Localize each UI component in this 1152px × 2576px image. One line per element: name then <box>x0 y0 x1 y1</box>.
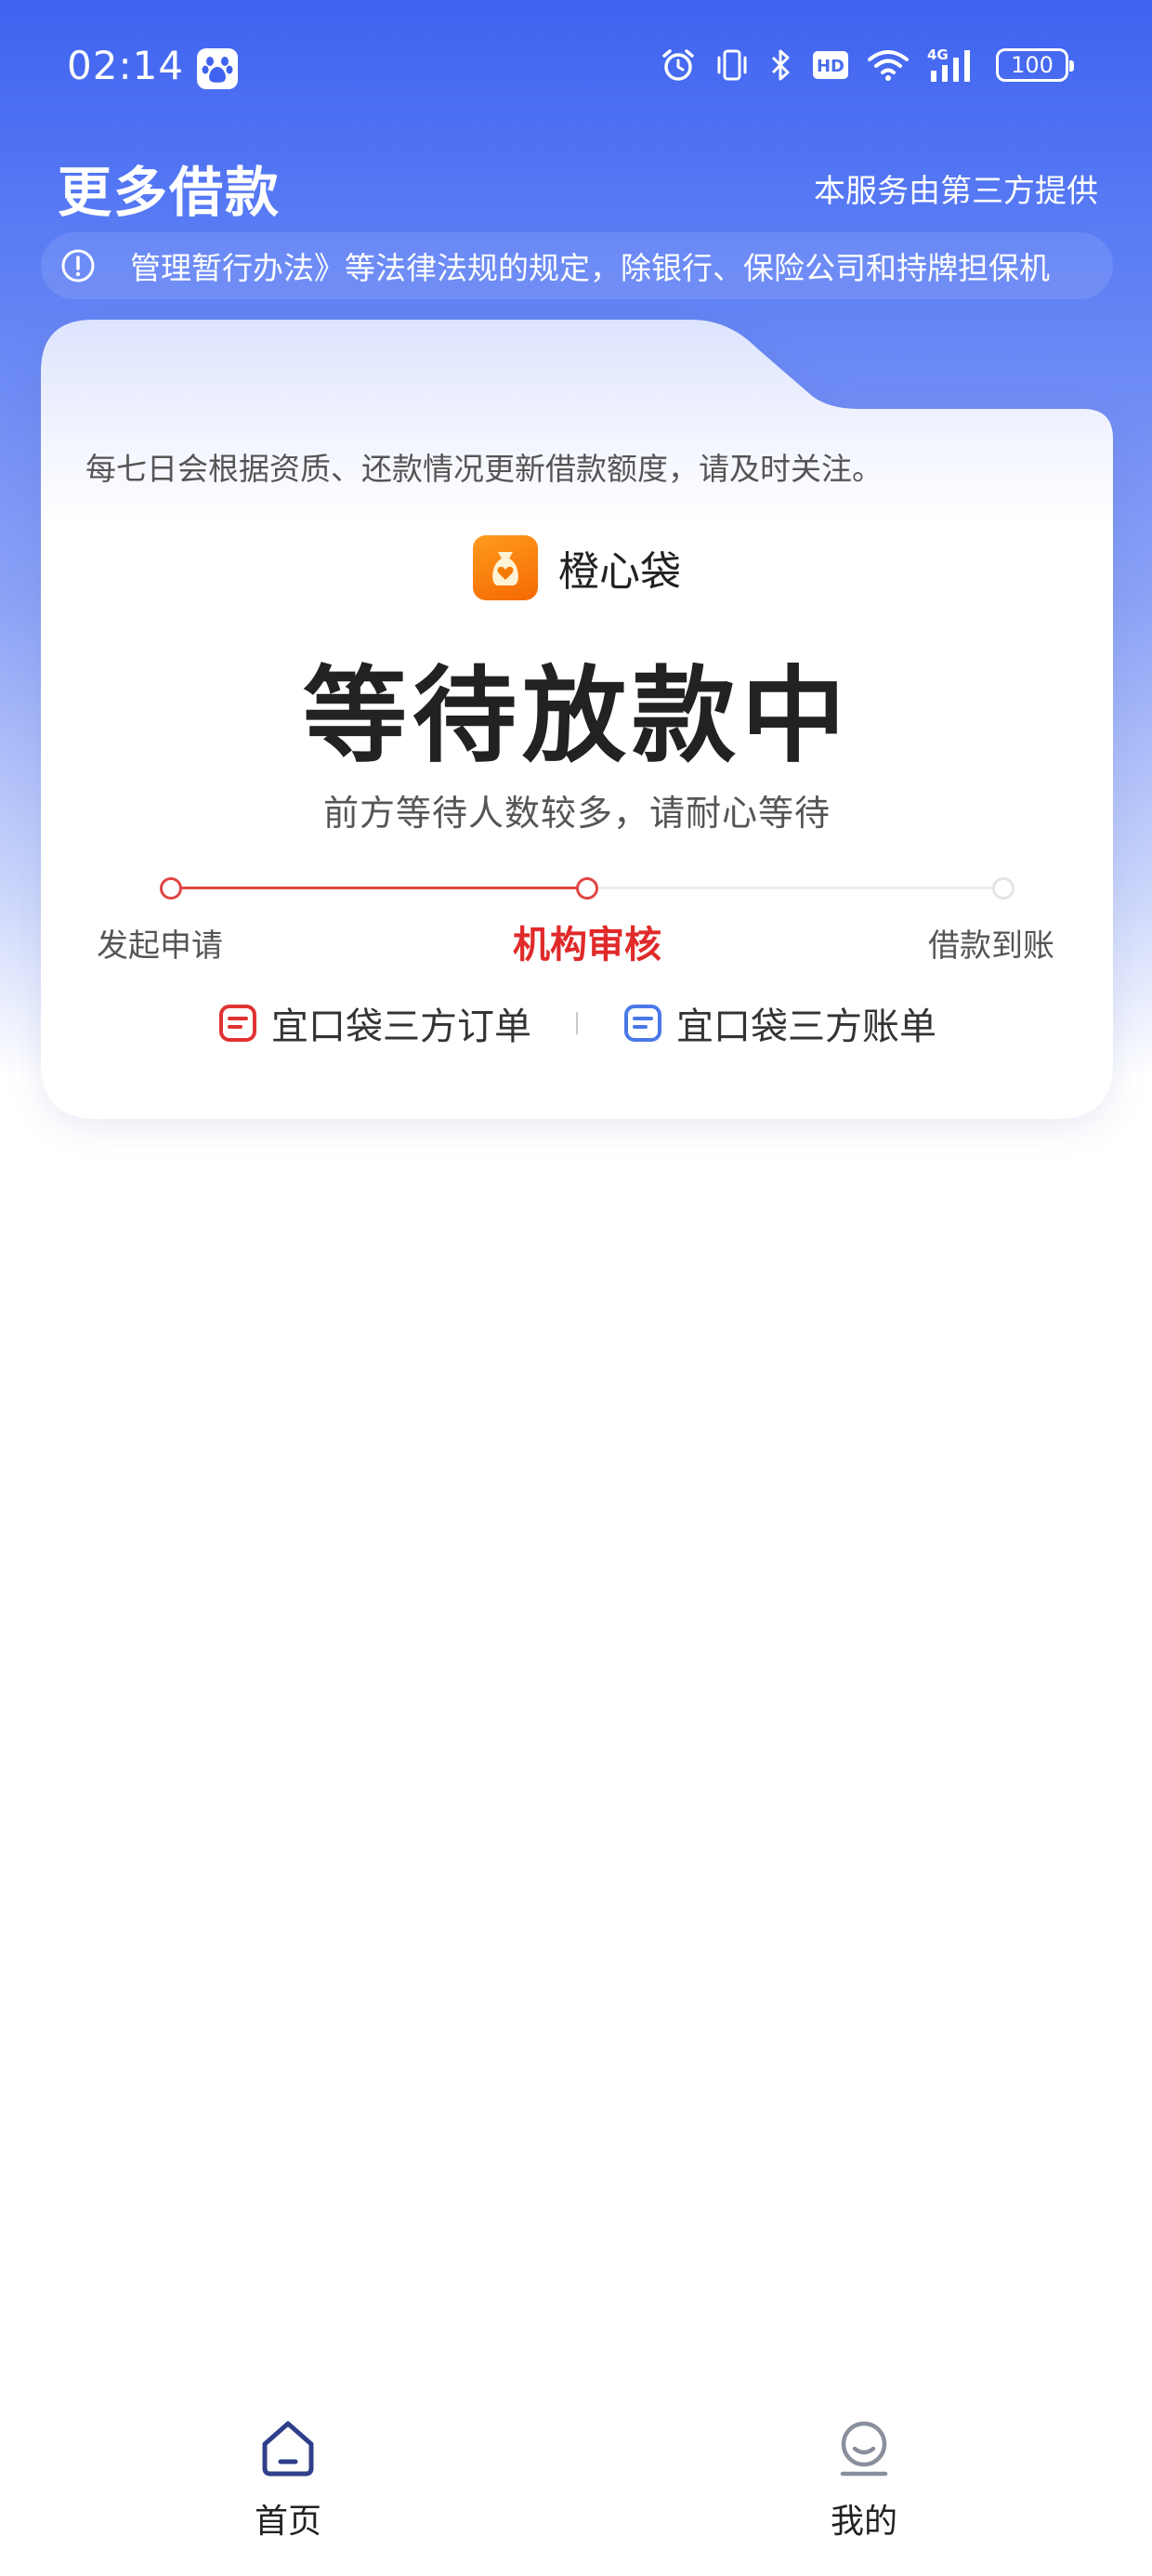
provider-note: 本服务由第三方提供 <box>814 173 1098 210</box>
bottom-nav: 首页 我的 <box>0 2398 1152 2576</box>
step-label-submitted: 发起申请 <box>97 927 223 965</box>
third-party-bill-label: 宜口袋三方账单 <box>676 1005 936 1048</box>
third-party-bill-link[interactable]: 宜口袋三方账单 <box>622 996 936 1050</box>
progress-line-done <box>171 887 587 889</box>
nav-label-home: 首页 <box>254 2503 321 2541</box>
nav-item-home[interactable]: 首页 <box>195 2416 381 2543</box>
step-label-review: 机构审核 <box>513 924 661 966</box>
progress-steps: 发起申请 机构审核 借款到账 <box>41 877 1113 979</box>
lender-brand: 橙心袋 <box>41 535 1113 600</box>
lender-name: 橙心袋 <box>558 548 681 596</box>
page-title: 更多借款 <box>58 161 281 224</box>
step-label-received: 借款到账 <box>928 927 1054 965</box>
step-dot-submitted <box>160 877 182 900</box>
progress-line-pending <box>587 887 1003 889</box>
notice-bar[interactable]: 管理暂行办法》等法律法规的规定，除银行、保险公司和持牌担保机 <box>41 232 1113 299</box>
loan-status-card: 每七日会根据资质、还款情况更新借款额度，请及时关注。 橙心袋 等待放款中 前方等… <box>41 320 1113 1119</box>
status-bar: 02:14 HD 4G 100 <box>0 0 1152 139</box>
loan-status-title: 等待放款中 <box>303 656 851 777</box>
battery-icon: 100 <box>996 48 1074 82</box>
step-dot-received <box>992 877 1015 900</box>
home-icon <box>262 2421 314 2477</box>
vibrate-icon <box>717 49 747 81</box>
profile-icon <box>840 2421 888 2477</box>
status-icons: HD 4G 100 <box>660 46 1074 84</box>
order-icon <box>217 1003 258 1044</box>
wifi-icon <box>868 50 909 81</box>
hd-icon: HD <box>813 51 848 79</box>
third-party-links: 宜口袋三方订单 宜口袋三方账单 <box>41 996 1113 1050</box>
bill-icon <box>622 1003 663 1044</box>
quota-update-tip: 每七日会根据资质、还款情况更新借款额度，请及时关注。 <box>85 451 883 487</box>
nav-label-profile: 我的 <box>830 2503 897 2541</box>
alarm-icon <box>662 49 694 81</box>
nav-item-profile[interactable]: 我的 <box>771 2416 957 2543</box>
link-separator <box>576 1012 578 1034</box>
bluetooth-icon <box>771 49 790 81</box>
step-dot-review <box>576 877 598 900</box>
status-time: 02:14 <box>67 43 185 88</box>
svg-text:HD: HD <box>817 57 844 76</box>
loan-status-subtitle: 前方等待人数较多，请耐心等待 <box>322 793 831 834</box>
signal-icon: 4G <box>927 46 970 82</box>
third-party-order-label: 宜口袋三方订单 <box>271 1005 531 1048</box>
notice-text: 管理暂行办法》等法律法规的规定，除银行、保险公司和持牌担保机 <box>130 250 1050 286</box>
info-icon <box>61 249 95 283</box>
svg-text:4G: 4G <box>927 46 949 63</box>
money-bag-icon <box>473 535 538 600</box>
baidu-paw-icon <box>197 48 238 89</box>
third-party-order-link[interactable]: 宜口袋三方订单 <box>217 996 531 1050</box>
battery-level: 100 <box>1011 52 1054 78</box>
